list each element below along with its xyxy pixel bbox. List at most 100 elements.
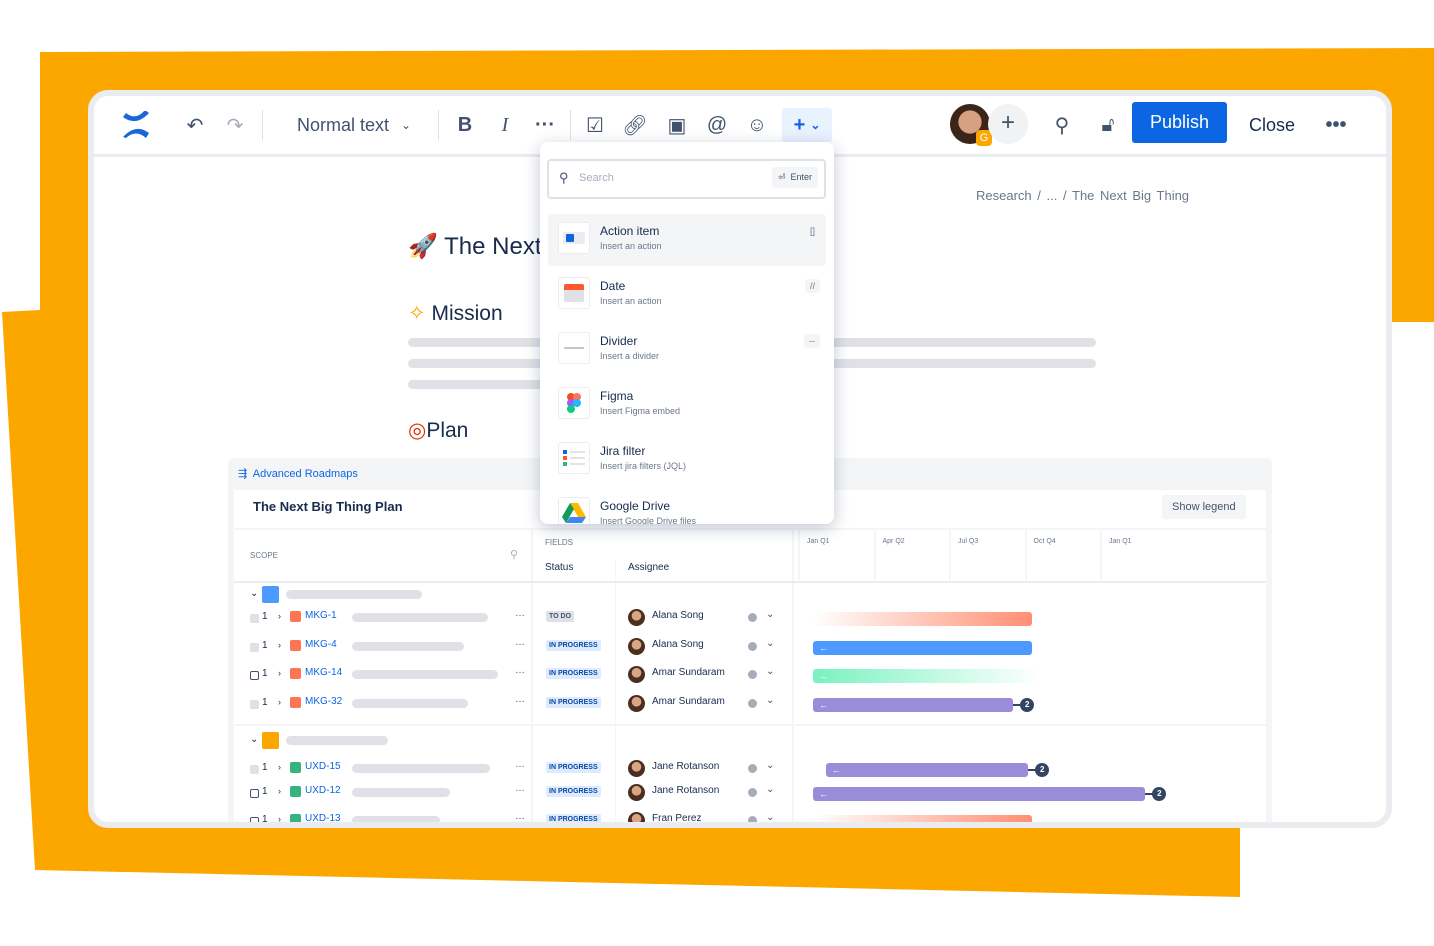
title-placeholder bbox=[286, 590, 422, 599]
assignee-dropdown-icon[interactable]: ⌄ bbox=[766, 609, 774, 620]
italic-button[interactable]: I bbox=[490, 96, 520, 154]
dependency-count-badge[interactable]: 2 bbox=[1035, 763, 1050, 777]
clear-assignee-icon[interactable] bbox=[748, 816, 757, 822]
chevron-right-icon[interactable]: › bbox=[278, 762, 281, 772]
chevron-right-icon[interactable]: › bbox=[278, 697, 281, 707]
dependency-count-badge[interactable]: 2 bbox=[1152, 786, 1167, 801]
timeline-bar[interactable] bbox=[813, 612, 1033, 626]
row-more-icon[interactable]: … bbox=[515, 608, 525, 619]
assignee-dropdown-icon[interactable]: ⌄ bbox=[766, 760, 774, 771]
menu-item-description: Insert Google Drive files bbox=[600, 516, 697, 524]
timeline-bar[interactable] bbox=[813, 815, 1033, 822]
timeline-bar[interactable]: ← bbox=[813, 640, 1033, 655]
chevron-right-icon[interactable]: › bbox=[278, 611, 281, 621]
clear-assignee-icon[interactable] bbox=[748, 670, 757, 680]
menu-item-action-item[interactable]: Action item Insert an action [] bbox=[548, 214, 826, 266]
table-row[interactable]: 1 › MKG-1 … TO DO Alana Song ⌄ bbox=[240, 605, 1270, 633]
invite-button[interactable]: + bbox=[988, 104, 1028, 144]
clear-assignee-icon[interactable] bbox=[748, 641, 757, 651]
issue-key-link[interactable]: MKG-32 bbox=[305, 696, 342, 707]
group-header[interactable]: ⌄ bbox=[240, 728, 1270, 756]
menu-item-divider[interactable]: Divider Insert a divider -- bbox=[548, 324, 826, 376]
row-more-icon[interactable]: … bbox=[515, 811, 525, 822]
row-more-icon[interactable]: … bbox=[515, 783, 525, 794]
chevron-right-icon[interactable]: › bbox=[278, 668, 281, 678]
text-style-dropdown[interactable]: Normal text ⌄ bbox=[284, 96, 424, 154]
row-more-icon[interactable]: … bbox=[515, 759, 525, 770]
chevron-right-icon[interactable]: › bbox=[278, 786, 281, 796]
child-count: 1 bbox=[262, 668, 268, 680]
undo-icon[interactable]: ↶ bbox=[180, 96, 210, 154]
search-icon[interactable]: ⚲ bbox=[1044, 96, 1080, 154]
menu-item-jira-filter[interactable]: Jira filter Insert jira filters (JQL) bbox=[548, 434, 826, 486]
more-options-icon[interactable]: ••• bbox=[1318, 96, 1354, 154]
menu-item-date[interactable]: Date Insert an action // bbox=[548, 269, 826, 321]
status-badge: TO DO bbox=[546, 611, 575, 622]
row-checkbox[interactable] bbox=[250, 642, 259, 652]
timeline-bar[interactable]: ← bbox=[813, 786, 1146, 801]
row-more-icon[interactable]: … bbox=[515, 637, 525, 648]
timeline-bar[interactable]: ← bbox=[825, 763, 1029, 777]
row-checkbox[interactable] bbox=[250, 671, 259, 681]
chevron-right-icon[interactable]: › bbox=[278, 814, 281, 822]
row-more-icon[interactable]: … bbox=[515, 665, 525, 676]
issue-key-link[interactable]: UXD-15 bbox=[305, 761, 341, 772]
show-legend-button[interactable]: Show legend bbox=[1162, 495, 1246, 519]
assignee-dropdown-icon[interactable]: ⌄ bbox=[766, 812, 774, 822]
row-checkbox[interactable] bbox=[250, 700, 259, 710]
issue-key-link[interactable]: MKG-4 bbox=[305, 639, 337, 650]
row-checkbox[interactable] bbox=[250, 765, 259, 774]
breadcrumb-research[interactable]: Research bbox=[976, 188, 1032, 203]
assignee-dropdown-icon[interactable]: ⌄ bbox=[766, 638, 774, 649]
scope-search-icon[interactable]: ⚲ bbox=[510, 548, 518, 561]
insert-button[interactable]: + ⌄ bbox=[782, 108, 832, 142]
row-checkbox[interactable] bbox=[250, 788, 259, 798]
avatar bbox=[628, 760, 645, 777]
epic-design-icon bbox=[262, 732, 279, 749]
issue-key-link[interactable]: MKG-1 bbox=[305, 610, 337, 621]
issue-key-link[interactable]: UXD-12 bbox=[305, 785, 341, 796]
insert-search-field[interactable]: ⚲ Search ⏎ Enter bbox=[547, 159, 826, 199]
table-row[interactable]: 1 › UXD-13 … IN PROGRESS Fran Perez ⌄ bbox=[240, 808, 1270, 822]
divider-icon bbox=[558, 332, 590, 364]
row-more-icon[interactable]: … bbox=[515, 694, 525, 705]
close-button[interactable]: Close bbox=[1240, 96, 1304, 154]
issue-key-link[interactable]: MKG-14 bbox=[305, 667, 342, 678]
chevron-down-icon[interactable]: ⌄ bbox=[250, 588, 258, 599]
chevron-right-icon[interactable]: › bbox=[278, 640, 281, 650]
chevron-down-icon: ⌄ bbox=[810, 118, 821, 132]
issue-key-link[interactable]: UXD-13 bbox=[305, 813, 341, 822]
breadcrumb-current[interactable]: The Next Big Thing bbox=[1072, 188, 1189, 203]
row-checkbox[interactable] bbox=[250, 817, 259, 822]
dependency-count-badge[interactable]: 2 bbox=[1020, 698, 1035, 713]
task-icon bbox=[290, 668, 301, 680]
redo-icon[interactable]: ↷ bbox=[220, 96, 250, 154]
assignee-dropdown-icon[interactable]: ⌄ bbox=[766, 666, 774, 677]
clear-assignee-icon[interactable] bbox=[748, 613, 757, 622]
summary-placeholder bbox=[352, 670, 498, 680]
bold-button[interactable]: B bbox=[450, 96, 480, 154]
assignee-dropdown-icon[interactable]: ⌄ bbox=[766, 695, 774, 706]
quarter-header: Apr Q2 bbox=[873, 530, 905, 580]
row-checkbox[interactable] bbox=[250, 614, 259, 623]
clear-assignee-icon[interactable] bbox=[748, 787, 757, 797]
breadcrumb-ellipsis[interactable]: ... bbox=[1047, 188, 1058, 203]
publish-button[interactable]: Publish bbox=[1132, 102, 1227, 143]
summary-placeholder bbox=[352, 641, 464, 651]
timeline-bar[interactable]: ← bbox=[813, 669, 1040, 684]
chevron-down-icon[interactable]: ⌄ bbox=[250, 734, 258, 745]
clear-assignee-icon[interactable] bbox=[748, 699, 757, 709]
table-row[interactable]: 1 › UXD-12 … IN PROGRESS Jane Rotanson ⌄ ← 2 bbox=[240, 780, 1270, 808]
table-row[interactable]: 1 › MKG-32 … IN PROGRESS Amar Sundaram ⌄ ← 2 bbox=[240, 691, 1270, 719]
status-column-header: Status bbox=[545, 562, 574, 573]
confluence-logo[interactable] bbox=[114, 96, 158, 154]
unlock-icon[interactable]: 🔓︎ bbox=[1090, 96, 1126, 154]
assignee-dropdown-icon[interactable]: ⌄ bbox=[766, 784, 774, 795]
clear-assignee-icon[interactable] bbox=[748, 764, 757, 773]
menu-item-google-drive[interactable]: Google Drive Insert Google Drive files bbox=[548, 489, 826, 524]
timeline-bar[interactable]: ← bbox=[813, 698, 1014, 713]
menu-item-figma[interactable]: Figma Insert Figma embed bbox=[548, 379, 826, 431]
table-row[interactable]: 1 › MKG-4 … IN PROGRESS Alana Song ⌄ ← bbox=[240, 634, 1270, 662]
roadmap-app-link[interactable]: ⇶ Advanced Roadmaps bbox=[238, 467, 358, 480]
table-row[interactable]: 1 › MKG-14 … IN PROGRESS Amar Sundaram ⌄ ← bbox=[240, 662, 1270, 690]
